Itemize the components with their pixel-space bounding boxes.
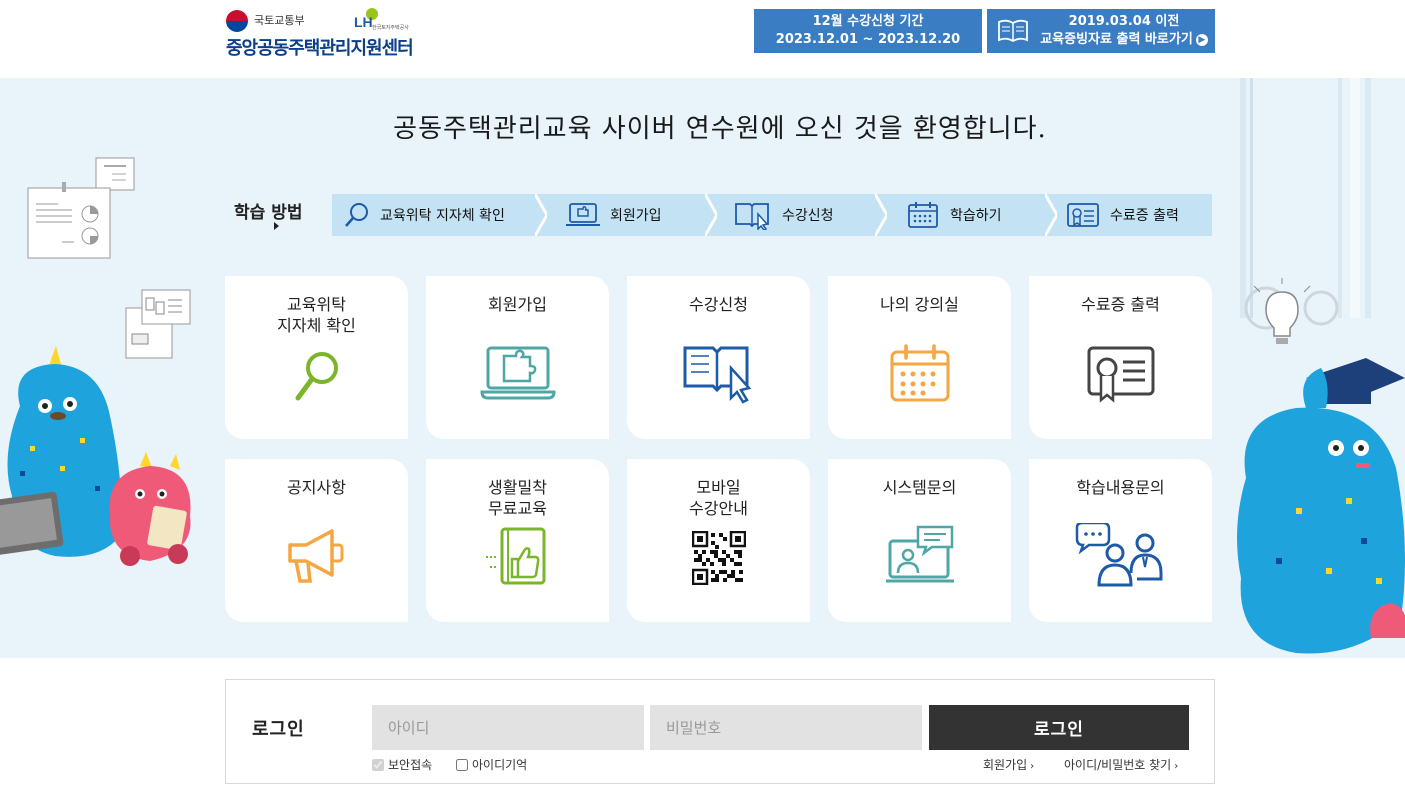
card-label: 교육위탁 지자체 확인 [277,295,356,335]
calendar-icon [890,344,949,402]
card-label: 회원가입 [488,295,547,314]
secure-login-check[interactable] [372,758,384,771]
legacy-date: 2019.03.04 이전 [1068,14,1180,29]
learning-steps-label: 학습 방법 [234,203,303,223]
certificate-icon [1067,203,1099,227]
card-label: 생활밀착 무료교육 [488,478,547,518]
card-label: 학습내용문의 [1076,478,1165,497]
card-label: 수강신청 [689,295,748,314]
mascot-characters-left-icon [0,346,191,566]
step-label: 수료증 출력 [1110,208,1179,224]
documents-decoration-icon [27,157,135,259]
arrow-right-icon: ▶ [1195,33,1208,46]
find-account-link[interactable]: 아이디/비밀번호 찾기 › [1064,756,1178,773]
laptop-puzzle-icon [566,203,600,226]
period-title: 12월 수강신청 기간 [812,14,924,29]
qr-code-icon [691,531,746,585]
laptop-puzzle-icon [479,346,556,400]
card-notice[interactable]: 공지사항 [225,459,408,622]
open-book-icon [998,19,1028,43]
step-label: 회원가입 [610,208,662,224]
login-button[interactable]: 로그인 [929,705,1189,750]
welcome-message: 공동주택관리교육 사이버 연수원에 오신 것을 환영합니다. [393,114,1047,144]
step-signup[interactable]: 회원가입 [566,194,662,236]
book-cursor-icon [683,346,751,404]
learning-steps-bar: 교육위탁 지자체 확인 회원가입 수강신청 학습하기 수료증 출력 [332,194,1212,236]
lh-logo: LH 한국토지주택공사 [354,8,424,34]
step-certificate[interactable]: 수료증 출력 [1066,194,1179,236]
step-region-check[interactable]: 교육위탁 지자체 확인 [344,194,505,236]
card-content-inquiry[interactable]: 학습내용문의 [1029,459,1212,622]
legacy-link-label: 교육증빙자료 출력 바로가기 [1040,32,1193,47]
card-certificate[interactable]: 수료증 출력 [1029,276,1212,439]
site-logo[interactable]: 국토교통부 LH 한국토지주택공사 중앙공동주택관리지원센터 [226,8,456,60]
step-label: 교육위탁 지자체 확인 [380,208,505,224]
chevron-right-icon [535,194,547,236]
user-id-input[interactable] [372,705,644,750]
megaphone-icon [287,529,343,583]
remember-id-label: 아이디기억 [472,758,528,772]
learning-steps-title: 학습 방법 [234,198,303,230]
remember-id-check[interactable] [456,758,468,771]
card-label: 시스템문의 [882,478,957,497]
site-header: 국토교통부 LH 한국토지주택공사 중앙공동주택관리지원센터 12월 수강신청 … [0,0,1405,78]
taegeuk-emblem-icon [226,10,248,32]
chevron-right-icon: › [1030,761,1035,772]
consultation-icon [1075,523,1162,587]
book-cursor-icon [735,203,769,230]
calendar-icon [908,202,938,228]
login-panel: 로그인 로그인 보안접속 아이디기억 회원가입› 아이디/비밀번호 찾기› [225,679,1215,784]
chevron-right-icon [875,194,887,236]
password-input[interactable] [650,705,922,750]
card-free-education[interactable]: 생활밀착 무료교육 [426,459,609,622]
card-my-classroom[interactable]: 나의 강의실 [828,276,1011,439]
card-label: 나의 강의실 [880,295,959,314]
step-study[interactable]: 학습하기 [906,194,1002,236]
step-enrollment[interactable]: 수강신청 [734,194,834,236]
caret-right-icon [274,222,279,230]
signup-link-label: 회원가입 [983,758,1028,772]
card-region-check[interactable]: 교육위탁 지자체 확인 [225,276,408,439]
ministry-name: 국토교통부 [254,14,305,27]
enrollment-period-banner[interactable]: 12월 수강신청 기간 2023.12.01 ~ 2023.12.20 [754,9,982,53]
chevron-right-icon [1045,194,1057,236]
card-label: 수료증 출력 [1081,295,1160,314]
search-icon [345,203,368,227]
certificate-icon [1087,346,1154,403]
find-account-link-label: 아이디/비밀번호 찾기 [1064,758,1172,772]
search-icon [295,352,338,401]
card-mobile-guide[interactable]: 모바일 수강안내 [627,459,810,622]
card-enrollment[interactable]: 수강신청 [627,276,810,439]
chevron-right-icon: › [1174,761,1179,772]
video-chat-icon [885,525,954,583]
legacy-certificate-banner[interactable]: 2019.03.04 이전 교육증빙자료 출력 바로가기 ▶ [987,9,1215,53]
remember-id-checkbox[interactable]: 아이디기억 [456,756,527,773]
step-label: 학습하기 [950,208,1002,224]
thumbs-up-book-icon [485,527,545,585]
step-label: 수강신청 [782,208,834,224]
secure-login-label: 보안접속 [388,758,433,772]
hero-section: 공동주택관리교육 사이버 연수원에 오신 것을 환영합니다. 학습 방법 교육위… [0,78,1405,658]
period-dates: 2023.12.01 ~ 2023.12.20 [775,32,961,47]
lh-mark: LH [354,14,373,30]
chevron-right-icon [705,194,717,236]
login-title: 로그인 [252,719,305,740]
lh-name: 한국토지주택공사 [372,25,409,31]
card-label: 모바일 수강안내 [689,478,748,518]
mascot-characters-right-icon [1237,278,1405,654]
signup-link[interactable]: 회원가입 › [983,756,1034,773]
card-system-inquiry[interactable]: 시스템문의 [828,459,1011,622]
card-signup[interactable]: 회원가입 [426,276,609,439]
secure-login-checkbox[interactable]: 보안접속 [372,756,432,773]
center-name: 중앙공동주택관리지원센터 [226,38,414,59]
card-label: 공지사항 [287,478,346,497]
